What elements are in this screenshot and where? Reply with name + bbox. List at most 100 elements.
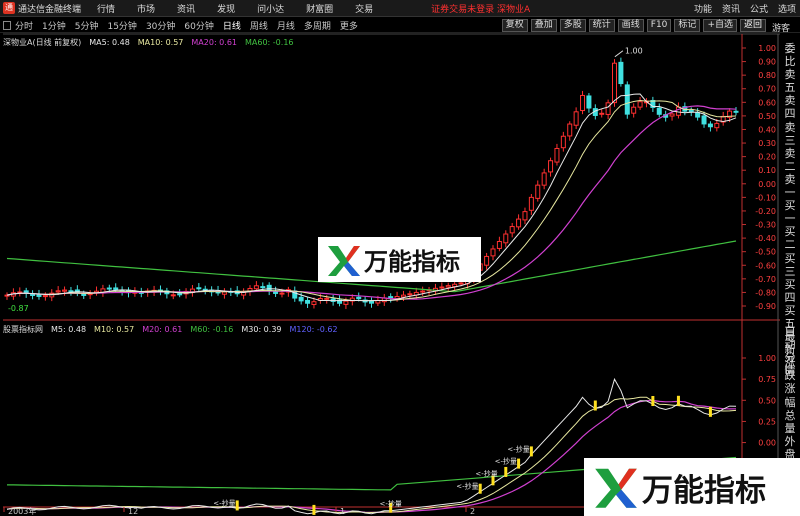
candle-up xyxy=(548,160,554,173)
sub-axis-label: 0.25 xyxy=(758,417,776,426)
main-axis-label: 0.50 xyxy=(758,112,776,121)
side-bottom-item-1[interactable]: 分情 xyxy=(780,351,800,377)
candle-up xyxy=(253,285,259,290)
quote-side-panel: 委比卖五卖四卖三卖二卖一买一买二买三买四买五最新涨跌涨幅总量外盘换手净资收益 xyxy=(780,42,800,516)
candle-down xyxy=(656,107,662,115)
side-item-1[interactable]: 卖五 xyxy=(780,68,800,94)
candle-up xyxy=(612,62,617,104)
candle-up xyxy=(573,111,579,126)
candle-up xyxy=(324,297,330,300)
candle-up xyxy=(675,106,681,116)
legend-m30: M30: 0.39 xyxy=(241,324,282,334)
side-item-5[interactable]: 卖一 xyxy=(780,173,800,199)
signal-label: <-抄量 xyxy=(475,469,497,478)
candle-up xyxy=(554,147,560,163)
candle-up xyxy=(580,94,586,112)
main-axis-label: 0.30 xyxy=(758,139,776,148)
main-axis-label: 0.00 xyxy=(758,180,776,189)
signal-label: <-抄量 xyxy=(456,482,478,491)
candle-up xyxy=(509,226,515,234)
side-item-13[interactable]: 涨幅 xyxy=(780,382,800,408)
signal-bar xyxy=(478,483,482,494)
side-item-6[interactable]: 买一 xyxy=(780,199,800,225)
candle-up xyxy=(343,300,349,305)
candle-up xyxy=(528,196,534,211)
main-axis-label: 0.90 xyxy=(758,58,776,67)
legend-ma60: MA60: -0.16 xyxy=(245,37,294,47)
side-item-7[interactable]: 买二 xyxy=(780,225,800,251)
candle-up xyxy=(560,135,566,149)
candle-down xyxy=(113,287,119,290)
candle-down xyxy=(196,287,202,290)
candle-down xyxy=(81,293,87,296)
legend-ma10: MA10: 0.57 xyxy=(137,37,184,47)
candle-down xyxy=(707,123,713,128)
watermark-bottom: 万能指标 xyxy=(584,458,800,516)
main-axis-label: -0.10 xyxy=(755,193,776,202)
signal-bar xyxy=(676,395,680,406)
candle-up xyxy=(669,113,675,117)
candle-up xyxy=(170,294,176,297)
candle-up xyxy=(535,184,541,199)
sub-axis-label: 0.50 xyxy=(758,396,776,405)
main-axis-label: -0.20 xyxy=(755,207,776,216)
date-label: 2 xyxy=(470,507,475,516)
legend-m120: M120: -0.62 xyxy=(289,324,338,334)
sub-legend-title: 股票指标网 xyxy=(3,324,43,334)
candle-down xyxy=(177,293,183,296)
quote-side-panel-bottom: 自动 分情 xyxy=(780,325,800,377)
candle-up xyxy=(490,248,496,257)
candle-up xyxy=(407,293,413,296)
candle-down xyxy=(688,109,694,112)
date-label: 2003年 xyxy=(8,506,36,516)
low-label: -0.87 xyxy=(8,304,29,313)
candle-down xyxy=(30,293,36,296)
candle-down xyxy=(106,287,112,290)
candle-up xyxy=(420,290,426,293)
signal-bar xyxy=(593,400,597,411)
signal-label: <-抄量 xyxy=(495,457,517,466)
candle-down xyxy=(701,115,707,125)
main-axis-label: -0.60 xyxy=(755,261,776,270)
candle-up xyxy=(55,290,61,293)
main-axis-label: -0.90 xyxy=(755,302,776,311)
legend-m10: M10: 0.57 xyxy=(94,324,135,334)
side-item-0[interactable]: 委比 xyxy=(780,42,800,68)
signal-label: <-抄量 xyxy=(379,499,401,508)
candle-up xyxy=(445,285,451,288)
candle-down xyxy=(388,296,394,299)
candle-down xyxy=(618,61,624,85)
main-axis-label: 0.60 xyxy=(758,98,776,107)
high-pointer xyxy=(614,50,624,58)
sub-axis-label: 0.00 xyxy=(758,439,776,448)
sub-axis-label: 0.75 xyxy=(758,375,776,384)
side-item-8[interactable]: 买三 xyxy=(780,252,800,278)
legend-ma20: MA20: 0.61 xyxy=(191,37,237,47)
candle-up xyxy=(522,211,528,221)
side-bottom-item-0[interactable]: 自动 xyxy=(780,325,800,351)
main-axis-label: 0.10 xyxy=(758,166,776,175)
candle-down xyxy=(695,112,701,118)
main-axis-label: -0.40 xyxy=(755,234,776,243)
candle-down xyxy=(356,296,362,300)
main-legend-title: 深物业A(日线 前复权) xyxy=(3,37,82,47)
side-item-3[interactable]: 卖三 xyxy=(780,121,800,147)
watermark-logo-icon xyxy=(328,245,360,276)
side-item-14[interactable]: 总量 xyxy=(780,409,800,435)
candle-up xyxy=(714,122,720,129)
side-item-9[interactable]: 买四 xyxy=(780,278,800,304)
candle-up xyxy=(394,295,400,300)
watermark-text: 万能指标 xyxy=(642,472,766,509)
candle-up xyxy=(631,106,637,114)
legend-ma5: MA5: 0.48 xyxy=(89,37,130,47)
main-axis-label: -0.50 xyxy=(755,248,776,257)
side-item-4[interactable]: 卖二 xyxy=(780,147,800,173)
main-axis-label: 0.70 xyxy=(758,85,776,94)
legend-m20: M20: 0.61 xyxy=(142,324,183,334)
side-item-2[interactable]: 卖四 xyxy=(780,94,800,120)
candle-up xyxy=(439,286,445,289)
main-axis-label: 0.20 xyxy=(758,153,776,162)
signal-bar xyxy=(235,500,239,511)
sub-axis-label: 1.00 xyxy=(758,354,776,363)
candle-up xyxy=(541,172,547,186)
